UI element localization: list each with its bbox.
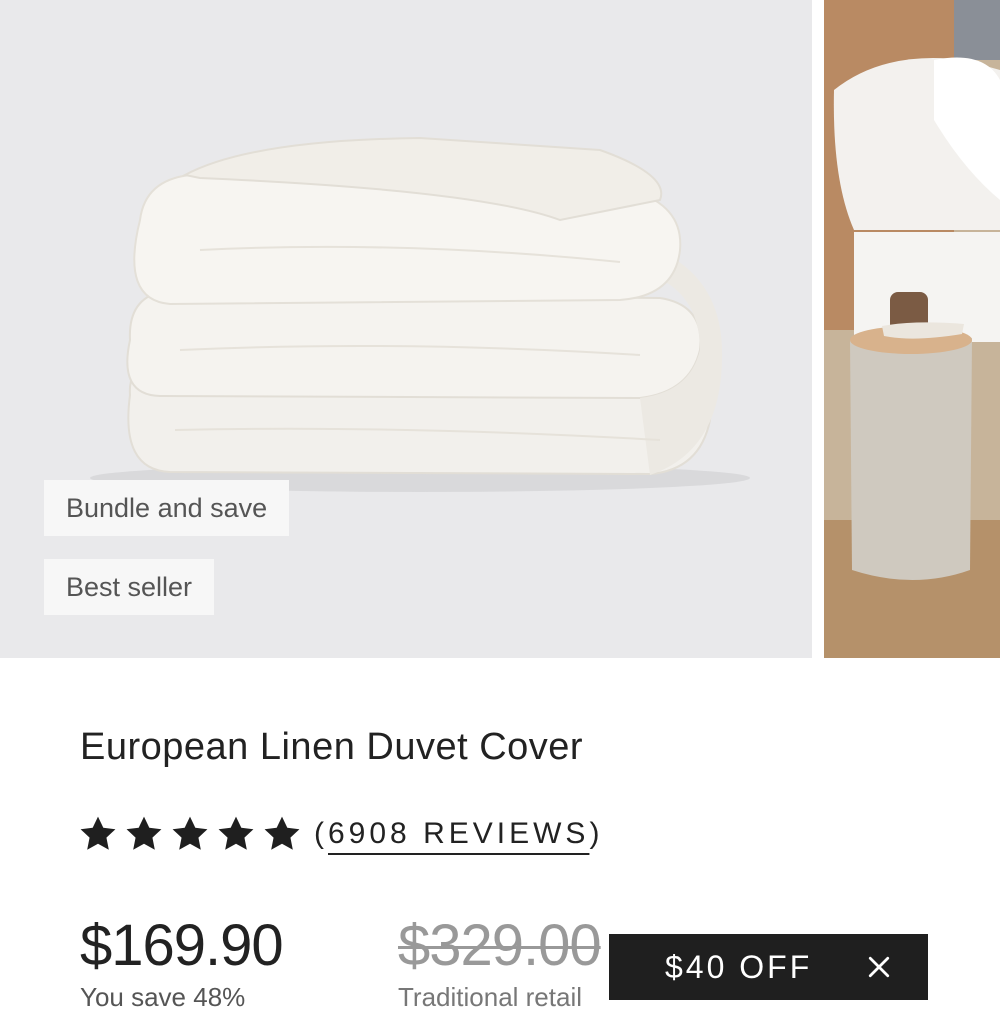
close-icon[interactable] bbox=[864, 952, 894, 982]
promo-label[interactable]: $40 OFF bbox=[665, 949, 812, 986]
badge-best-seller: Best seller bbox=[44, 559, 215, 615]
product-title: European Linen Duvet Cover bbox=[80, 726, 584, 768]
product-rating: ( 6908 REVIEWS ) bbox=[76, 812, 603, 856]
star-icon bbox=[80, 816, 116, 850]
star-icon bbox=[218, 816, 254, 850]
product-image-secondary[interactable] bbox=[824, 0, 1000, 658]
reviews-count: ( 6908 REVIEWS ) bbox=[314, 817, 603, 851]
product-image-main[interactable]: Bundle and save Best seller bbox=[0, 0, 812, 658]
star-icon bbox=[126, 816, 162, 850]
traditional-retail-label: Traditional retail bbox=[398, 982, 583, 1012]
bedroom-scene-illustration bbox=[824, 0, 1000, 658]
product-gallery: Bundle and save Best seller bbox=[0, 0, 1000, 658]
savings-text: You save 48% bbox=[80, 982, 246, 1012]
original-price: $329.00 bbox=[398, 913, 602, 978]
badge-bundle-and-save: Bundle and save bbox=[44, 480, 290, 536]
star-icon bbox=[172, 816, 208, 850]
star-icon bbox=[264, 816, 300, 850]
reviews-link[interactable]: 6908 REVIEWS bbox=[328, 817, 589, 851]
star-rating bbox=[76, 812, 306, 856]
sale-price: $169.90 bbox=[80, 913, 284, 978]
reviews-open-paren: ( bbox=[314, 817, 328, 850]
reviews-close-paren: ) bbox=[589, 817, 604, 850]
promo-banner[interactable]: $40 OFF bbox=[609, 934, 928, 1000]
